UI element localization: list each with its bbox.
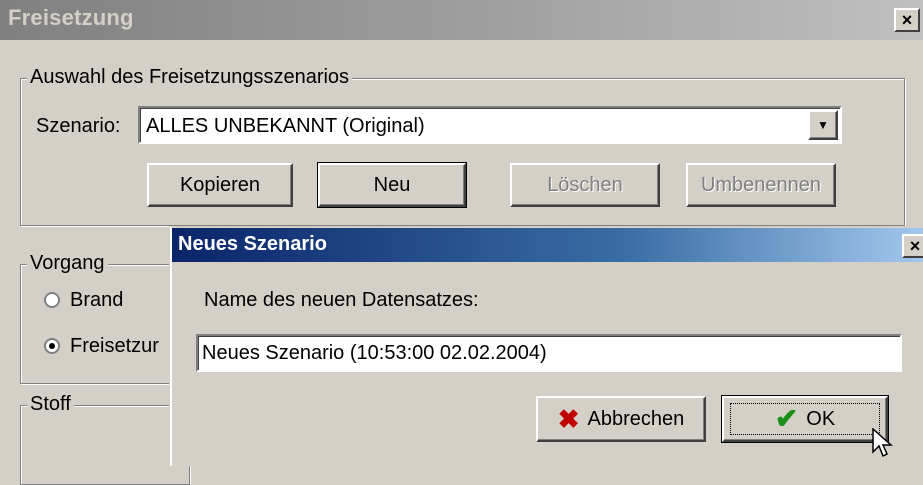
scenario-select-value: ALLES UNBEKANNT (Original): [146, 115, 425, 137]
process-groupbox: [20, 264, 190, 384]
chevron-down-icon: ▼: [817, 118, 829, 132]
radio-brand[interactable]: Brand: [44, 288, 174, 314]
radio-circle-icon: [44, 292, 60, 308]
new-button[interactable]: Neu: [317, 162, 467, 208]
scenario-name-input[interactable]: [196, 334, 902, 372]
dialog-close-button[interactable]: ×: [902, 234, 923, 258]
radio-freisetzung[interactable]: Freisetzur: [44, 334, 174, 360]
main-close-button[interactable]: ×: [894, 8, 920, 32]
main-title-bar: [0, 0, 923, 40]
cancel-button-label: Abbrechen: [587, 407, 685, 430]
rename-button-label: Umbenennen: [700, 173, 822, 196]
process-group-legend: Vorgang: [27, 252, 108, 274]
radio-freisetzung-label: Freisetzur: [70, 335, 159, 357]
red-x-icon: ✖: [557, 404, 580, 434]
close-icon: ×: [909, 236, 921, 256]
scenario-dropdown-button[interactable]: ▼: [808, 110, 838, 140]
rename-button[interactable]: Umbenennen: [686, 163, 836, 207]
scenario-label: Szenario:: [36, 115, 121, 137]
scenario-select[interactable]: ALLES UNBEKANNT (Original) ▼: [138, 106, 842, 144]
substance-group-legend: Stoff: [27, 393, 74, 415]
scenario-group-legend: Auswahl des Freisetzungsszenarios: [27, 66, 353, 88]
copy-button[interactable]: Kopieren: [147, 163, 293, 207]
mouse-cursor-icon: [872, 428, 893, 458]
cancel-button[interactable]: ✖ Abbrechen: [536, 396, 706, 442]
focus-rect: [730, 403, 880, 435]
ok-button[interactable]: ✔ OK: [721, 395, 889, 443]
copy-button-label: Kopieren: [179, 173, 261, 196]
dialog-title: Neues Szenario: [178, 233, 327, 255]
substance-groupbox: [20, 405, 190, 485]
new-scenario-dialog: Neues Szenario × Name des neuen Datensat…: [170, 226, 923, 466]
radio-selected-icon: [44, 338, 60, 354]
radio-brand-label: Brand: [70, 289, 124, 311]
close-icon: ×: [901, 10, 913, 30]
main-window-title: Freisetzung: [8, 5, 134, 30]
dialog-prompt: Name des neuen Datensatzes:: [204, 289, 479, 311]
delete-button-label: Löschen: [547, 173, 623, 196]
new-button-label: Neu: [373, 173, 411, 196]
delete-button[interactable]: Löschen: [510, 163, 660, 207]
